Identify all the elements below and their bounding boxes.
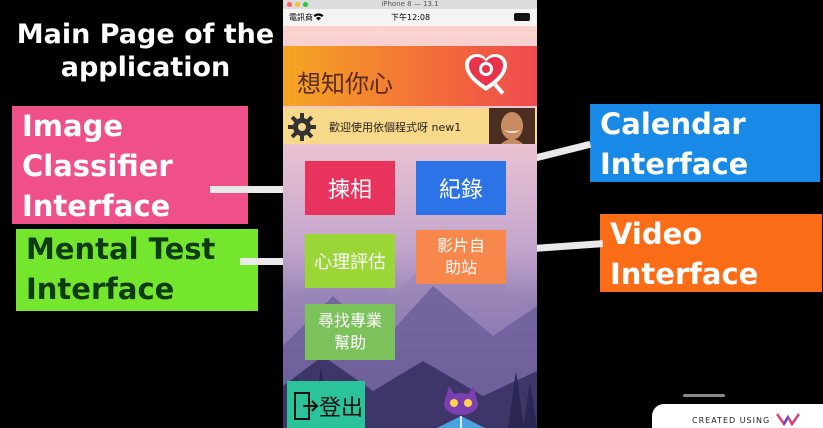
watermark-logo-icon — [776, 413, 800, 426]
logout-button[interactable]: 登出 — [287, 381, 365, 428]
mental-test-annotation: Mental Test Interface — [16, 229, 258, 311]
welcome-bar: 歡迎使用依個程式呀 new1 — [283, 108, 537, 144]
wifi-icon — [313, 13, 324, 21]
status-bar: 電訊商 下午12:08 — [283, 9, 537, 26]
close-dot-icon[interactable] — [287, 2, 292, 7]
page-title: Main Page of the application — [16, 19, 275, 83]
calendar-button[interactable]: 紀錄 — [416, 161, 506, 215]
find-help-button[interactable]: 尋找專業幫助 — [305, 304, 395, 360]
simulator-title-bar: iPhone 8 — 13.1 — [283, 0, 537, 9]
gear-icon[interactable] — [287, 112, 317, 142]
calendar-label: 紀錄 — [438, 178, 483, 203]
app-name: 想知你心 — [297, 70, 393, 98]
zoom-dot-icon[interactable] — [303, 2, 308, 7]
carrier-label: 電訊商 — [289, 13, 313, 22]
video-annotation: Video Interface — [600, 214, 822, 292]
minimize-dot-icon[interactable] — [295, 2, 300, 7]
image-classifier-label: 揀相 — [327, 178, 372, 203]
image-classifier-annotation: Image Classifier Interface — [12, 106, 248, 224]
welcome-message: 歡迎使用依個程式呀 new1 — [329, 121, 462, 134]
heart-magnifier-logo-icon — [465, 54, 507, 95]
watermark-text: CREATED USING — [692, 416, 771, 425]
calendar-annotation: Calendar Interface — [590, 104, 820, 182]
logout-door-icon — [294, 392, 319, 420]
phone-simulator: iPhone 8 — 13.1 電訊商 下午12:08 想知你心 歡迎使用依個程… — [283, 0, 537, 428]
app-screen: 想知你心 歡迎使用依個程式呀 new1 揀相 紀錄 心理評估 影片自助站 尋找專… — [283, 26, 537, 428]
video-button[interactable]: 影片自助站 — [416, 230, 506, 284]
cat-reading-icon — [437, 386, 485, 428]
video-label: 影片自助站 — [436, 236, 485, 277]
watermark-bar — [683, 394, 725, 397]
mental-test-button[interactable]: 心理評估 — [305, 234, 395, 288]
mental-test-label: 心理評估 — [314, 252, 386, 273]
app-header: 想知你心 — [283, 46, 537, 106]
avatar[interactable] — [489, 108, 535, 144]
clock: 下午12:08 — [391, 13, 431, 22]
find-help-label: 尋找專業幫助 — [317, 311, 382, 352]
image-classifier-button[interactable]: 揀相 — [305, 161, 395, 215]
battery-icon — [514, 13, 530, 21]
logout-label: 登出 — [319, 396, 364, 421]
simulator-title: iPhone 8 — 13.1 — [381, 0, 439, 8]
